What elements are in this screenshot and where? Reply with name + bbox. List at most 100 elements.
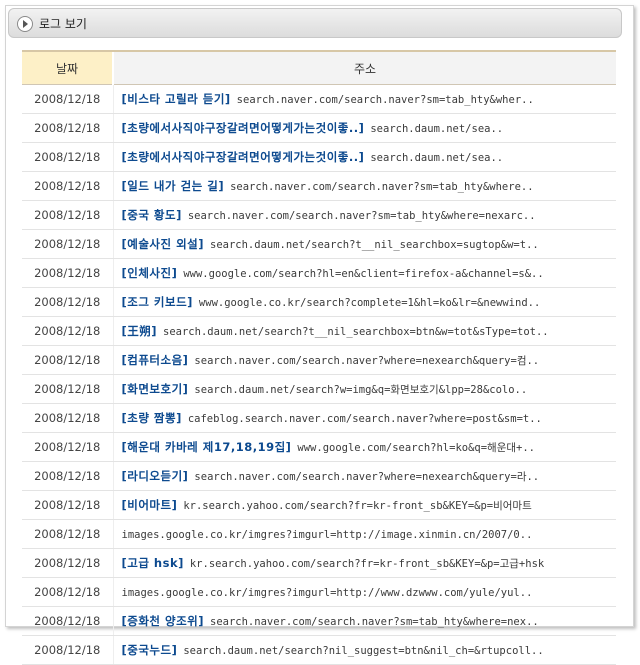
search-keyword-link[interactable]: [해운대 카바레 제17,18,19집] xyxy=(122,440,292,454)
referrer-url: search.naver.com/search.naver?sm=tab_hty… xyxy=(187,210,536,222)
table-row: 2008/12/18 [인체사진] www.google.com/search?hl… xyxy=(22,258,616,288)
row-address: [일드 내가 걷는 길] search.naver.com/search.nave… xyxy=(113,171,616,201)
table-row: 2008/12/18 [중국 황도] search.naver.com/search… xyxy=(22,200,616,230)
row-address: [王朔] search.daum.net/search?t__nil_search… xyxy=(113,316,616,346)
row-date: 2008/12/18 xyxy=(22,519,114,549)
search-keyword-link[interactable]: [예술사진 외설] xyxy=(122,237,205,251)
referrer-url: images.google.co.kr/imgres?imgurl=http:/… xyxy=(121,587,533,599)
table-row: 2008/12/18 [컴퓨터소음] search.naver.com/search… xyxy=(22,345,616,375)
table-row: 2008/12/18 [비스타 고릴라 듣기] search.naver.com/s… xyxy=(22,84,616,114)
row-date: 2008/12/18 xyxy=(22,84,114,114)
table-row: 2008/12/18 [중국누드] search.daum.net/search?n… xyxy=(22,635,616,665)
table-row: 2008/12/18 [고급 hsk] kr.search.yahoo.com/se… xyxy=(22,548,616,578)
row-address: [비어마트] kr.search.yahoo.com/search?fr=kr-f… xyxy=(113,490,616,520)
row-address: [비스타 고릴라 듣기] search.naver.com/search.nave… xyxy=(113,84,616,114)
row-address: [화면보호기] search.daum.net/search?w=img&q=화면… xyxy=(113,374,616,404)
referrer-url: www.google.co.kr/search?complete=1&hl=ko… xyxy=(198,297,541,309)
row-date: 2008/12/18 xyxy=(22,403,114,433)
search-keyword-link[interactable]: [王朔] xyxy=(122,324,158,338)
referrer-url: search.daum.net/sea.. xyxy=(370,123,504,135)
referrer-url: search.naver.com/search.naver?where=nexe… xyxy=(194,471,540,483)
search-keyword-link[interactable]: [일드 내가 걷는 길] xyxy=(122,179,225,193)
referrer-url: cafeblog.search.naver.com/search.naver?w… xyxy=(187,413,542,425)
table-row: 2008/12/18 [라디오듣기] search.naver.com/search… xyxy=(22,461,616,491)
search-keyword-link[interactable]: [중국누드] xyxy=(122,643,178,657)
row-date: 2008/12/18 xyxy=(22,461,114,491)
row-address: [초량에서사직야구장갈려면어떻게가는것이좋..] search.daum.net/… xyxy=(113,142,616,172)
search-keyword-link[interactable]: [화면보호기] xyxy=(122,382,189,396)
referrer-url: www.google.com/search?hl=ko&q=해운대+.. xyxy=(297,442,535,454)
row-date: 2008/12/18 xyxy=(22,635,114,665)
row-date: 2008/12/18 xyxy=(22,577,114,607)
row-address: [해운대 카바레 제17,18,19집] www.google.com/searc… xyxy=(113,432,616,462)
row-date: 2008/12/18 xyxy=(22,432,114,462)
row-date: 2008/12/18 xyxy=(22,316,114,346)
referrer-url: www.google.com/search?hl=en&client=firef… xyxy=(183,268,544,280)
table-row: 2008/12/18 [해운대 카바레 제17,18,19집] www.google… xyxy=(22,432,616,462)
row-address: [초량 짬뽕] cafeblog.search.naver.com/search.… xyxy=(113,403,616,433)
column-header-address: 주소 xyxy=(112,50,616,85)
row-date: 2008/12/18 xyxy=(22,606,114,636)
table-row: 2008/12/18 [초량에서사직야구장갈려면어떻게가는것이좋..] search… xyxy=(22,113,616,143)
table-row: 2008/12/18 [예술사진 외설] search.daum.net/searc… xyxy=(22,229,616,259)
table-row: 2008/12/18 images.google.co.kr/imgres?img… xyxy=(22,519,616,549)
log-rows: 2008/12/18 [비스타 고릴라 듣기] search.naver.com/s… xyxy=(22,84,616,665)
row-date: 2008/12/18 xyxy=(22,171,114,201)
referrer-url: search.naver.com/search.naver?sm=tab_hty… xyxy=(230,181,534,193)
panel-title: 로그 보기 xyxy=(39,17,87,31)
row-address: [컴퓨터소음] search.naver.com/search.naver?whe… xyxy=(113,345,616,375)
row-address: [증화천 양조위] search.naver.com/search.naver?s… xyxy=(113,606,616,636)
row-address: [중국누드] search.daum.net/search?nil_suggest… xyxy=(113,635,616,665)
row-date: 2008/12/18 xyxy=(22,229,114,259)
table-row: 2008/12/18 [王朔] search.daum.net/search?t__… xyxy=(22,316,616,346)
table-row: 2008/12/18 [증화천 양조위] search.naver.com/sear… xyxy=(22,606,616,636)
table-row: 2008/12/18 images.google.co.kr/imgres?img… xyxy=(22,577,616,607)
row-address: [고급 hsk] kr.search.yahoo.com/search?fr=kr… xyxy=(113,548,616,578)
referrer-url: search.naver.com/search.naver?where=nexe… xyxy=(194,355,540,367)
search-keyword-link[interactable]: [고급 hsk] xyxy=(122,556,184,570)
row-date: 2008/12/18 xyxy=(22,287,114,317)
search-keyword-link[interactable]: [중국 황도] xyxy=(122,208,182,222)
row-address: [중국 황도] search.naver.com/search.naver?sm=… xyxy=(113,200,616,230)
referrer-url: images.google.co.kr/imgres?imgurl=http:/… xyxy=(121,529,533,541)
row-date: 2008/12/18 xyxy=(22,142,114,172)
row-address: [인체사진] www.google.com/search?hl=en&client… xyxy=(113,258,616,288)
row-date: 2008/12/18 xyxy=(22,345,114,375)
referrer-url: kr.search.yahoo.com/search?fr=kr-front_s… xyxy=(183,500,532,512)
column-header-date: 날짜 xyxy=(22,50,113,85)
row-address: [예술사진 외설] search.daum.net/search?t__nil_s… xyxy=(113,229,616,259)
collapse-toggle-icon[interactable] xyxy=(17,16,33,32)
row-address: [초량에서사직야구장갈려면어떻게가는것이좋..] search.daum.net/… xyxy=(113,113,616,143)
row-address: images.google.co.kr/imgres?imgurl=http:/… xyxy=(113,519,616,549)
row-date: 2008/12/18 xyxy=(22,548,114,578)
table-row: 2008/12/18 [비어마트] kr.search.yahoo.com/sear… xyxy=(22,490,616,520)
row-date: 2008/12/18 xyxy=(22,258,114,288)
table-header-row: 날짜 주소 xyxy=(22,50,616,85)
table-row: 2008/12/18 [일드 내가 걷는 길] search.naver.com/s… xyxy=(22,171,616,201)
row-date: 2008/12/18 xyxy=(22,374,114,404)
search-keyword-link[interactable]: [초량에서사직야구장갈려면어떻게가는것이좋..] xyxy=(122,121,365,135)
row-date: 2008/12/18 xyxy=(22,113,114,143)
table-row: 2008/12/18 [화면보호기] search.daum.net/search?… xyxy=(22,374,616,404)
search-keyword-link[interactable]: [인체사진] xyxy=(122,266,178,280)
table-row: 2008/12/18 [초량 짬뽕] cafeblog.search.naver.c… xyxy=(22,403,616,433)
row-address: [라디오듣기] search.naver.com/search.naver?whe… xyxy=(113,461,616,491)
search-keyword-link[interactable]: [비어마트] xyxy=(122,498,178,512)
row-address: [조그 키보드] www.google.co.kr/search?complete… xyxy=(113,287,616,317)
search-keyword-link[interactable]: [증화천 양조위] xyxy=(122,614,205,628)
search-keyword-link[interactable]: [비스타 고릴라 듣기] xyxy=(122,92,231,106)
search-keyword-link[interactable]: [라디오듣기] xyxy=(122,469,189,483)
referrer-url: search.naver.com/search.naver?sm=tab_hty… xyxy=(236,94,534,106)
table-row: 2008/12/18 [조그 키보드] www.google.co.kr/searc… xyxy=(22,287,616,317)
search-keyword-link[interactable]: [조그 키보드] xyxy=(122,295,193,309)
search-keyword-link[interactable]: [초량에서사직야구장갈려면어떻게가는것이좋..] xyxy=(122,150,365,164)
referrer-url: search.daum.net/search?w=img&q=화면보호기&lpp… xyxy=(194,384,528,396)
search-keyword-link[interactable]: [초량 짬뽕] xyxy=(122,411,182,425)
log-table: 날짜 주소 2008/12/18 [비스타 고릴라 듣기] search.naver… xyxy=(22,50,616,665)
search-keyword-link[interactable]: [컴퓨터소음] xyxy=(122,353,189,367)
referrer-url: search.daum.net/sea.. xyxy=(370,152,504,164)
referrer-url: search.daum.net/search?nil_suggest=btn&n… xyxy=(183,645,544,657)
referrer-url: search.daum.net/search?t__nil_searchbox=… xyxy=(163,326,549,338)
table-row: 2008/12/18 [초량에서사직야구장갈려면어떻게가는것이좋..] search… xyxy=(22,142,616,172)
log-panel-header[interactable]: 로그 보기 xyxy=(8,8,622,38)
